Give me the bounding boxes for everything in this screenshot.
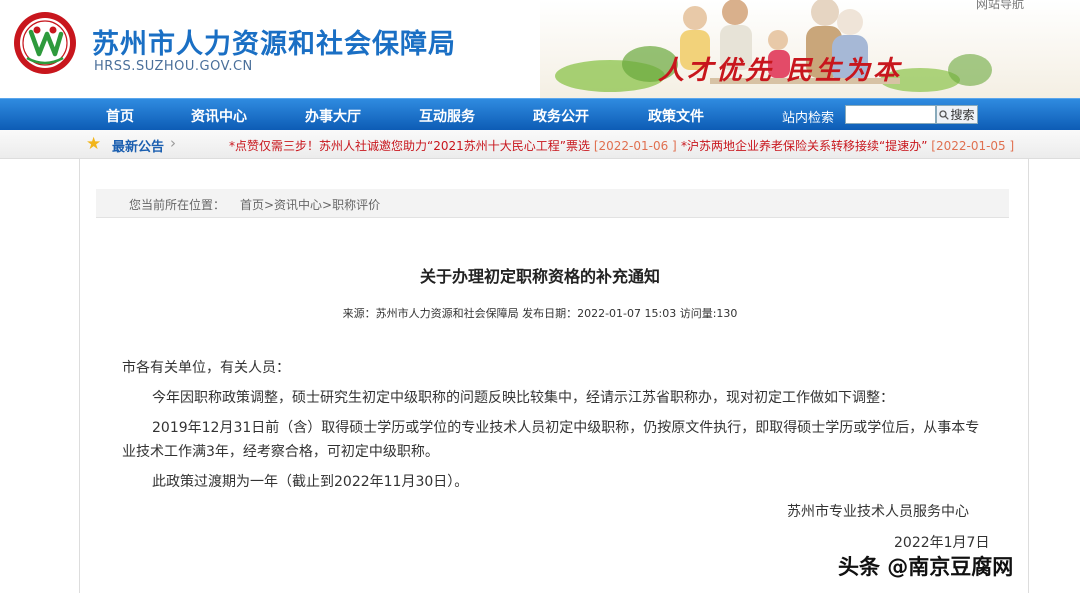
nav-item-government-affairs[interactable]: 政务公开 <box>533 106 589 126</box>
notice-title[interactable]: 最新公告 <box>112 136 164 155</box>
nav-item-service-hall[interactable]: 办事大厅 <box>305 106 361 126</box>
article-salutation: 市各有关单位，有关人员： <box>122 360 290 376</box>
article-paragraph: 2019年12月31日前（含）取得硕士学历或学位的专业技术人员初定中级职称，仍按… <box>122 420 980 460</box>
notice-item[interactable]: *沪苏两地企业养老保险关系转移接续“提速办” [2022-01-05 ] <box>681 137 1014 154</box>
article-paragraph: 此政策过渡期为一年（截止到2022年11月30日）。 <box>152 474 469 490</box>
breadcrumb: 您当前所在位置： 首页>资讯中心>职称评价 <box>96 189 1009 218</box>
slogan: 人才优先 民生为本 <box>658 56 903 86</box>
star-icon: ★ <box>86 134 102 154</box>
site-logo-icon[interactable] <box>12 10 78 76</box>
chevron-right-icon: › <box>170 134 176 152</box>
site-nav-link[interactable]: 网站导航 <box>976 0 1024 12</box>
site-title[interactable]: 苏州市人力资源和社会保障局 <box>92 22 456 61</box>
search-button-label: 搜索 <box>950 108 975 122</box>
article-meta: 来源：苏州市人力资源和社会保障局 发布日期：2022-01-07 15:03 访… <box>342 307 738 320</box>
site-url: HRSS.SUZHOU.GOV.CN <box>94 59 253 74</box>
search-icon <box>939 109 950 120</box>
breadcrumb-label: 您当前所在位置： <box>129 198 226 212</box>
nav-item-policy-documents[interactable]: 政策文件 <box>648 106 704 126</box>
notice-item-text[interactable]: *沪苏两地企业养老保险关系转移接续“提速办” <box>681 139 927 153</box>
article-title: 关于办理初定职称资格的补充通知 <box>419 267 660 286</box>
main-nav: 首页 资讯中心 办事大厅 互动服务 政务公开 政策文件 站内检索 搜索 <box>0 98 1080 130</box>
article-date: 2022年1月7日 <box>894 535 990 551</box>
nav-item-home[interactable]: 首页 <box>106 106 134 126</box>
notice-item-text[interactable]: *点赞仅需三步！苏州人社诚邀您助力“2021苏州十大民心工程”票选 <box>229 139 590 153</box>
watermark: 头条 @南京豆腐网 <box>838 555 1014 579</box>
site-header: 苏州市人力资源和社会保障局 HRSS.SUZHOU.GOV.CN 人才优先 民生… <box>0 0 1080 98</box>
search-button[interactable]: 搜索 <box>936 105 978 124</box>
nav-item-interactive-service[interactable]: 互动服务 <box>419 106 475 126</box>
nav-item-news-center[interactable]: 资讯中心 <box>191 106 247 126</box>
breadcrumb-path[interactable]: 首页>资讯中心>职称评价 <box>240 196 380 213</box>
notice-bar: ★ 最新公告 › *点赞仅需三步！苏州人社诚邀您助力“2021苏州十大民心工程”… <box>0 130 1080 159</box>
search-label: 站内检索 <box>782 111 835 126</box>
article-paragraph: 今年因职称政策调整，硕士研究生初定中级职称的问题反映比较集中，经请示江苏省职称办… <box>152 390 894 406</box>
notice-item-date: [2022-01-05 ] <box>931 139 1015 153</box>
notice-item-date: [2022-01-06 ] <box>593 139 677 153</box>
notice-item[interactable]: *点赞仅需三步！苏州人社诚邀您助力“2021苏州十大民心工程”票选 [2022-… <box>229 137 677 154</box>
article-signature: 苏州市专业技术人员服务中心 <box>787 504 969 520</box>
search-input[interactable] <box>845 105 936 124</box>
